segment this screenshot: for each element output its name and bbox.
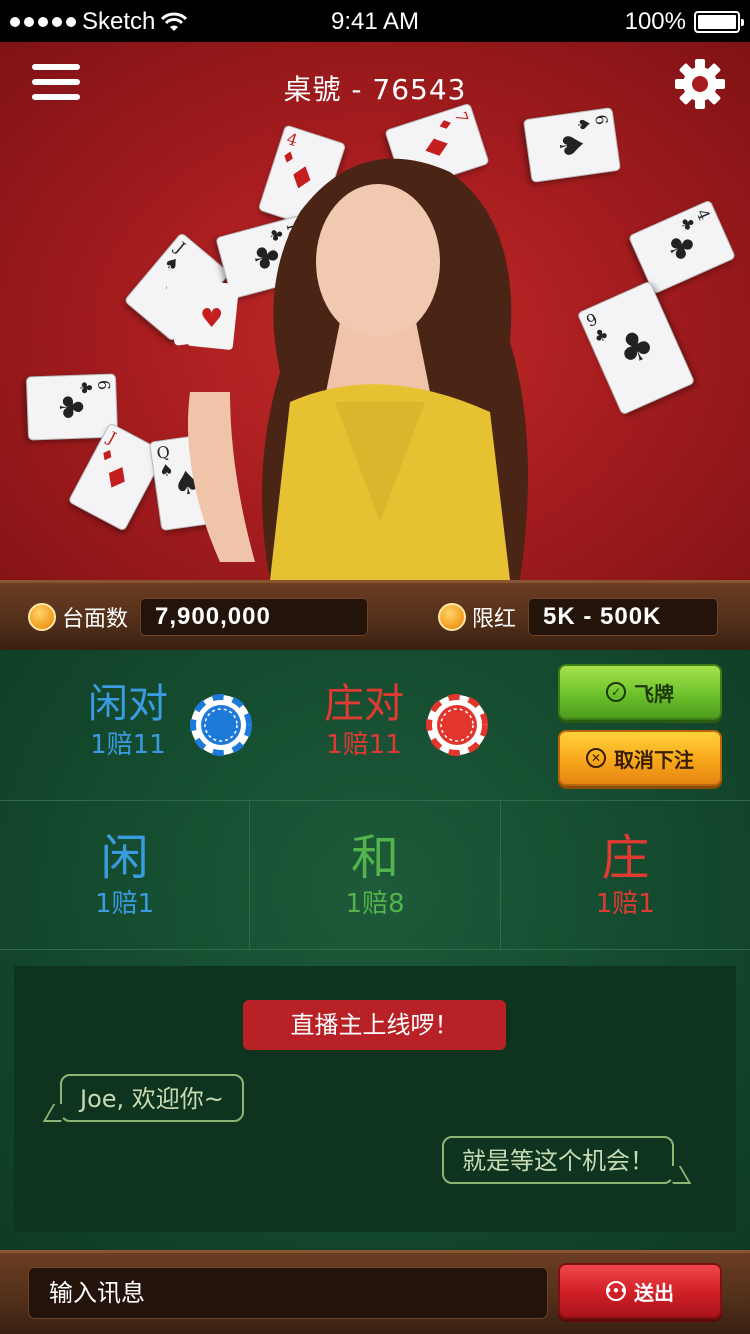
banker-odds: 1赔1 bbox=[595, 889, 655, 919]
banker-pair-bet[interactable]: 庄对 1赔11 bbox=[324, 682, 404, 760]
live-dealer-view: 4♦♦ 7♦♦ 6♠♠ 4♣♣ 9♣♣ J♠♠ K♣♣ 6♣♣ J♦♦ Q♠♠ … bbox=[0, 42, 750, 580]
bet-limit-group: 限红 5K - 500K bbox=[438, 598, 719, 636]
playing-card-icon: J ♦ ♦ bbox=[67, 422, 167, 532]
table-total-value: 7,900,000 bbox=[140, 598, 369, 636]
player-pair-label: 闲对 bbox=[88, 681, 168, 727]
cancel-bet-button[interactable]: ✕ 取消下注 bbox=[558, 730, 722, 786]
tie-bet[interactable]: 和 1赔8 bbox=[250, 801, 501, 949]
player-bet[interactable]: 闲 1赔1 bbox=[0, 801, 251, 949]
check-icon: ✓ bbox=[606, 682, 626, 702]
battery-percent: 100% bbox=[624, 8, 686, 35]
dealer-photo: ♥ bbox=[166, 158, 528, 580]
svg-text:♥: ♥ bbox=[200, 304, 223, 334]
fly-card-button[interactable]: ✓ 飞牌 bbox=[558, 664, 722, 720]
chat-message: 就是等这个机会！ bbox=[442, 1136, 674, 1184]
tie-odds: 1赔8 bbox=[345, 889, 405, 919]
cancel-bet-label: 取消下注 bbox=[614, 747, 694, 772]
battery-icon bbox=[694, 11, 744, 33]
chat-message: Joe, 欢迎你~ bbox=[60, 1074, 244, 1122]
table-total-label: 台面数 bbox=[62, 607, 129, 632]
coin-icon bbox=[438, 603, 466, 631]
banker-pair-odds: 1赔11 bbox=[326, 730, 402, 760]
main-bet-row: 闲 1赔1 和 1赔8 庄 1赔1 bbox=[0, 800, 750, 950]
banker-pair-label: 庄对 bbox=[324, 681, 404, 727]
red-chip-icon[interactable] bbox=[426, 694, 488, 756]
playing-card-icon: 4 ♣ ♣ bbox=[627, 199, 737, 295]
fly-card-label: 飞牌 bbox=[634, 681, 674, 706]
table-info-bar: 台面数 7,900,000 限红 5K - 500K bbox=[0, 580, 750, 650]
betting-table: 闲对 1赔11 庄对 1赔11 ✓ 飞牌 ✕ 取消下注 闲 1赔1 和 1赔8 bbox=[0, 650, 750, 1250]
chat-input-bar: ••• 送出 bbox=[0, 1250, 750, 1334]
playing-card-icon: 9 ♣ ♣ bbox=[576, 280, 696, 416]
banker-bet[interactable]: 庄 1赔1 bbox=[501, 801, 750, 949]
blue-chip-icon[interactable] bbox=[190, 694, 252, 756]
announcement-banner: 直播主上线啰！ bbox=[243, 1000, 506, 1050]
banker-label: 庄 bbox=[601, 830, 650, 886]
send-label: 送出 bbox=[634, 1280, 674, 1305]
coin-icon bbox=[28, 603, 56, 631]
chat-panel[interactable]: 直播主上线啰！ Joe, 欢迎你~ 就是等这个机会！ bbox=[14, 966, 736, 1232]
status-bar: Sketch 9:41 AM 100% bbox=[0, 0, 750, 42]
close-icon: ✕ bbox=[586, 748, 606, 768]
player-pair-odds: 1赔11 bbox=[90, 730, 166, 760]
bet-limit-value: 5K - 500K bbox=[528, 598, 719, 636]
player-pair-bet[interactable]: 闲对 1赔11 bbox=[88, 682, 168, 760]
gear-icon[interactable] bbox=[674, 58, 726, 110]
bet-limit-label: 限红 bbox=[472, 607, 517, 632]
table-total-group: 台面数 7,900,000 bbox=[28, 598, 369, 636]
player-odds: 1赔1 bbox=[95, 889, 155, 919]
message-input[interactable] bbox=[28, 1267, 548, 1319]
table-number-title: 桌號 - 76543 bbox=[283, 73, 467, 106]
send-button[interactable]: ••• 送出 bbox=[558, 1263, 722, 1319]
tie-label: 和 bbox=[350, 830, 399, 886]
status-right: 100% bbox=[624, 8, 744, 36]
player-label: 闲 bbox=[100, 830, 149, 886]
chat-bubble-icon: ••• bbox=[605, 1281, 628, 1301]
